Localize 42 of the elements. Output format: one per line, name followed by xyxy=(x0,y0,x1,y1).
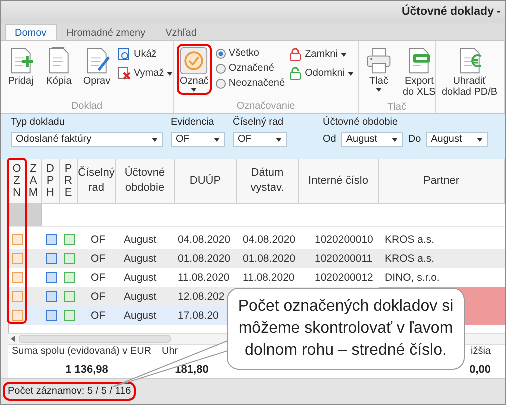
table-cell-text: OF xyxy=(90,252,107,266)
table-cell-text: August xyxy=(123,270,158,286)
table-cell-text: 12.08.202 xyxy=(177,290,226,304)
group-label: Doklad xyxy=(70,100,104,113)
group-label: Tlač xyxy=(386,101,408,114)
field-label: Číselný rad xyxy=(233,117,285,128)
table-cell-text: 1020200010 xyxy=(314,232,374,248)
table-cell-text: KROS a.s. xyxy=(384,232,436,248)
sum-value: 181,80 xyxy=(175,364,209,376)
table-cell-text: August xyxy=(123,232,158,248)
table-cell-text: 11.08.2020 xyxy=(242,270,296,286)
table-cell-text: 01.08.2020 xyxy=(242,252,297,266)
table-cell-text: 04.08.2020 xyxy=(177,232,232,248)
table-cell-text: OF xyxy=(90,270,107,286)
sum-label: ižšia xyxy=(470,346,491,357)
record-count-text: Počet záznamov: 5 / 5 / 116 xyxy=(3,382,136,401)
sum-value: 1 136,98 xyxy=(66,364,108,376)
table-cell-text: OF xyxy=(90,308,107,324)
group-label: Označovanie xyxy=(236,100,296,113)
table-cell-text: August xyxy=(123,252,158,266)
field-label: Účtovné obdobie xyxy=(323,117,400,128)
table-cell-text: 11.08.2020 xyxy=(177,270,231,286)
sum-label: Uhr xyxy=(162,346,178,357)
sum-label: Suma spolu (evidovaná) v EUR xyxy=(12,346,152,357)
field-label: Od xyxy=(323,134,336,145)
field-label: Typ dokladu xyxy=(11,117,66,128)
callout-tooltip: Počet označených dokladov si môžeme skontrolovať v ľavom dolnom rohu – stredné číslo. xyxy=(227,288,465,370)
table-cell-text: 04.08.2020 xyxy=(242,232,297,248)
window-title: Účtovné doklady - xyxy=(402,6,501,18)
sum-value: 0,00 xyxy=(470,364,491,376)
table-cell-text: 1020200012 xyxy=(314,270,374,286)
table-cell-text: DINO, s.r.o. xyxy=(384,270,441,286)
table-cell-text: 1020200011 xyxy=(314,252,374,266)
table-cell-text: KROS a.s. xyxy=(384,252,436,266)
table-cell-text: 01.08.2020 xyxy=(177,252,232,266)
field-label: Evidencia xyxy=(171,117,216,128)
table-cell-text: August xyxy=(123,290,158,304)
table-cell-text: OF xyxy=(90,232,107,248)
field-label: Do xyxy=(408,134,422,145)
table-cell-text: August xyxy=(123,308,158,324)
table-cell-text: OF xyxy=(90,290,107,304)
table-cell-text: 17.08.20 xyxy=(177,308,220,324)
